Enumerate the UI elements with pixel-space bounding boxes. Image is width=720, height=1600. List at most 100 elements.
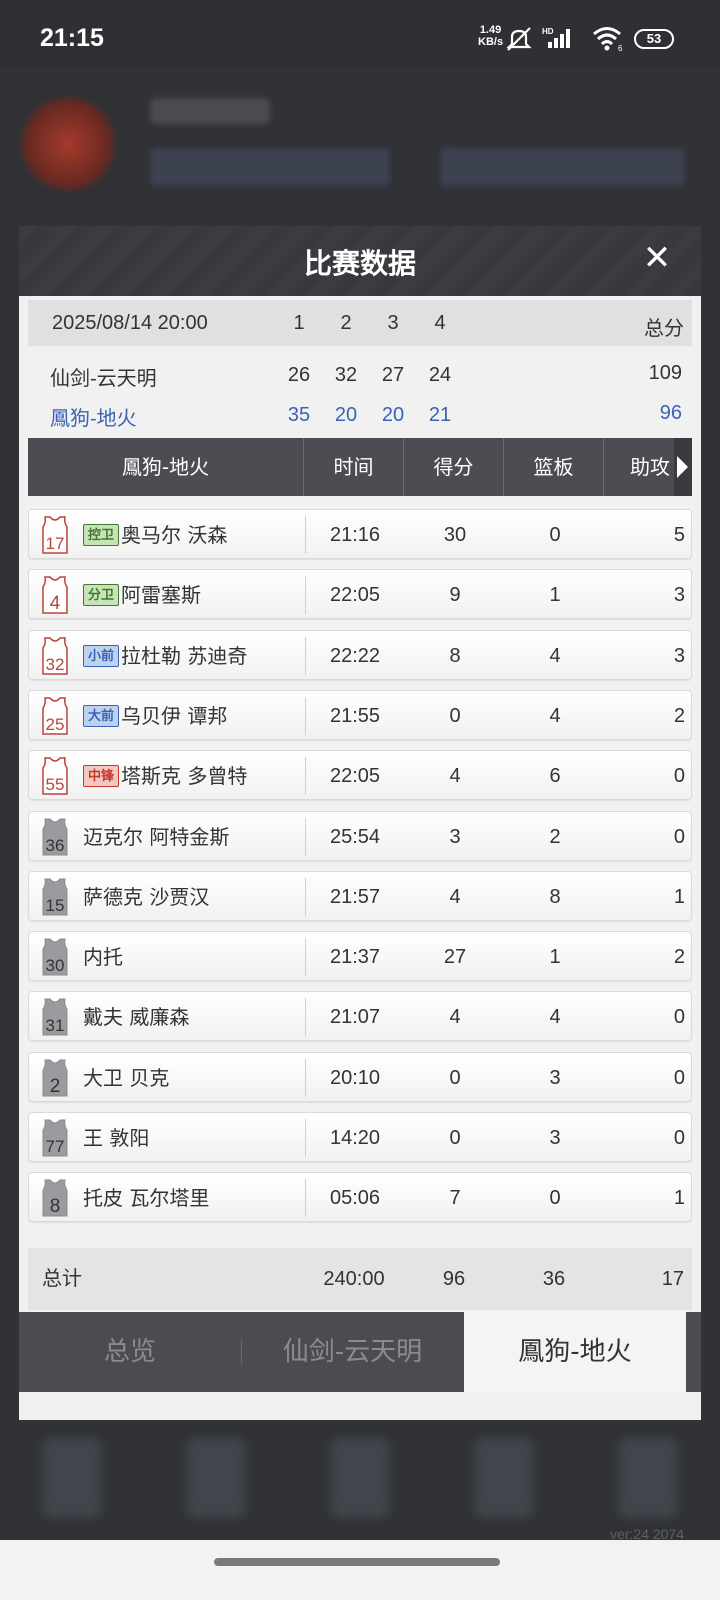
status-time: 21:15 xyxy=(40,24,104,52)
player-points: 8 xyxy=(449,644,461,667)
player-assists: 1 xyxy=(673,1187,685,1210)
jersey-number: 15 xyxy=(46,896,65,915)
mute-icon xyxy=(506,27,532,51)
player-time: 22:05 xyxy=(329,765,381,788)
jersey-icon: 17 xyxy=(42,516,68,554)
svg-text:6: 6 xyxy=(618,44,623,52)
player-row[interactable]: 77 王 敦阳 14:20 0 3 0 xyxy=(28,1112,692,1162)
player-name: 王 敦阳 xyxy=(83,1126,150,1150)
player-assists: 3 xyxy=(673,584,685,607)
away-q1: 35 xyxy=(287,404,311,426)
jersey-icon: 32 xyxy=(42,636,68,675)
net-speed-value: 1.49 xyxy=(479,24,502,36)
column-time[interactable]: 时间 xyxy=(304,438,404,496)
home-q3: 27 xyxy=(381,364,405,386)
away-q2: 20 xyxy=(334,404,358,426)
player-points: 7 xyxy=(449,1187,461,1210)
player-name: 塔斯克 多曾特 xyxy=(121,764,248,789)
player-rebounds: 0 xyxy=(549,1187,561,1210)
totals-label: 总计 xyxy=(42,1268,82,1290)
quarter-label: 3 xyxy=(387,312,399,334)
jersey-number: 31 xyxy=(46,1016,65,1035)
player-rebounds: 3 xyxy=(549,1127,561,1149)
tab-away-team[interactable]: 鳳狗-地火 xyxy=(464,1312,686,1392)
position-badge: 控卫 xyxy=(83,524,119,546)
player-assists: 0 xyxy=(673,1006,685,1029)
player-row[interactable]: 32 小前 拉杜勒 苏迪奇 22:22 8 4 3 xyxy=(28,629,692,680)
player-row[interactable]: 2 大卫 贝克 20:10 0 3 0 xyxy=(28,1051,692,1102)
player-time: 22:22 xyxy=(329,644,381,667)
home-total: 109 xyxy=(648,362,682,384)
player-time: 21:16 xyxy=(329,524,381,546)
column-assists[interactable]: 助攻 xyxy=(604,438,674,496)
player-points: 0 xyxy=(449,1066,461,1089)
away-q3: 20 xyxy=(381,404,405,426)
player-name: 戴夫 威廉森 xyxy=(83,1005,190,1030)
player-row[interactable]: 8 托皮 瓦尔塔里 05:06 7 0 1 xyxy=(28,1172,692,1223)
player-points: 4 xyxy=(449,765,461,788)
player-assists: 0 xyxy=(673,1066,685,1089)
player-assists: 0 xyxy=(673,1127,685,1149)
hd-signal-icon: HD xyxy=(542,27,570,48)
player-time: 25:54 xyxy=(329,825,381,848)
away-total: 96 xyxy=(659,402,682,424)
home-indicator xyxy=(0,1540,720,1600)
jersey-icon: 77 xyxy=(42,1119,68,1157)
totals-rebounds: 36 xyxy=(542,1268,566,1290)
column-points[interactable]: 得分 xyxy=(404,438,504,496)
player-assists: 1 xyxy=(673,885,685,908)
jersey-number: 2 xyxy=(50,1076,61,1097)
player-row[interactable]: 15 萨德克 沙贾汉 21:57 4 8 1 xyxy=(28,870,692,921)
player-assists: 0 xyxy=(673,825,685,848)
scoreboard-header: 2025/08/14 20:00 1 2 3 4 总分 xyxy=(28,300,692,346)
player-points: 30 xyxy=(443,524,467,546)
tab-overview[interactable]: 总览 xyxy=(19,1312,241,1392)
net-speed: 1.49 KB/s xyxy=(478,24,503,48)
player-row[interactable]: 36 迈克尔 阿特金斯 25:54 3 2 0 xyxy=(28,810,692,861)
jersey-icon: 31 xyxy=(42,998,68,1036)
player-name: 大卫 贝克 xyxy=(83,1065,170,1090)
jersey-icon: 55 xyxy=(42,757,68,795)
jersey-number: 8 xyxy=(50,1196,61,1217)
wifi-icon: 6 xyxy=(593,27,623,52)
player-assists: 5 xyxy=(673,524,685,546)
scroll-right-arrow-icon[interactable] xyxy=(674,438,692,496)
jersey-number: 55 xyxy=(46,775,65,794)
jersey-number: 30 xyxy=(46,956,65,975)
player-name: 拉杜勒 苏迪奇 xyxy=(121,643,248,668)
totals-time: 240:00 xyxy=(323,1268,385,1290)
quarter-label: 2 xyxy=(340,312,352,334)
jersey-icon: 2 xyxy=(42,1059,68,1097)
player-assists: 2 xyxy=(673,704,685,727)
tab-home-team[interactable]: 仙剑-云天明 xyxy=(241,1312,464,1392)
player-row[interactable]: 4 分卫 阿雷塞斯 22:05 9 1 3 xyxy=(28,569,692,620)
player-row[interactable]: 25 大前 乌贝伊 谭邦 21:55 0 4 2 xyxy=(28,689,692,740)
jersey-icon: 36 xyxy=(42,818,68,855)
player-rebounds: 3 xyxy=(549,1066,561,1089)
jersey-icon: 4 xyxy=(42,576,68,614)
totals-assists: 17 xyxy=(661,1268,684,1290)
player-row[interactable]: 55 中锋 塔斯克 多曾特 22:05 4 6 0 xyxy=(28,750,692,801)
player-points: 0 xyxy=(449,704,461,727)
bg-coin-bar xyxy=(150,148,390,186)
player-rebounds: 1 xyxy=(549,946,561,969)
player-points: 0 xyxy=(449,1127,461,1149)
player-row[interactable]: 17 控卫 奥马尔 沃森 21:16 30 0 5 xyxy=(28,509,692,559)
team-name-header: 鳳狗-地火 xyxy=(28,438,304,496)
player-name: 奥马尔 沃森 xyxy=(121,523,228,547)
position-badge: 分卫 xyxy=(83,584,119,607)
player-rebounds: 8 xyxy=(549,885,561,908)
close-button[interactable]: ✕ xyxy=(639,240,675,276)
player-row[interactable]: 31 戴夫 威廉森 21:07 4 4 0 xyxy=(28,991,692,1042)
column-rebounds[interactable]: 篮板 xyxy=(504,438,604,496)
svg-text:HD: HD xyxy=(542,27,554,36)
stats-table-header: 鳳狗-地火 时间 得分 篮板 助攻 xyxy=(28,438,692,496)
home-bar[interactable] xyxy=(214,1558,500,1566)
player-time: 21:37 xyxy=(329,946,381,969)
player-name: 乌贝伊 谭邦 xyxy=(121,703,228,728)
player-assists: 3 xyxy=(673,644,685,667)
home-q4: 24 xyxy=(428,364,452,386)
player-row[interactable]: 30 内托 21:37 27 1 2 xyxy=(28,931,692,982)
jersey-icon: 8 xyxy=(42,1179,68,1217)
player-rebounds: 4 xyxy=(549,704,561,727)
